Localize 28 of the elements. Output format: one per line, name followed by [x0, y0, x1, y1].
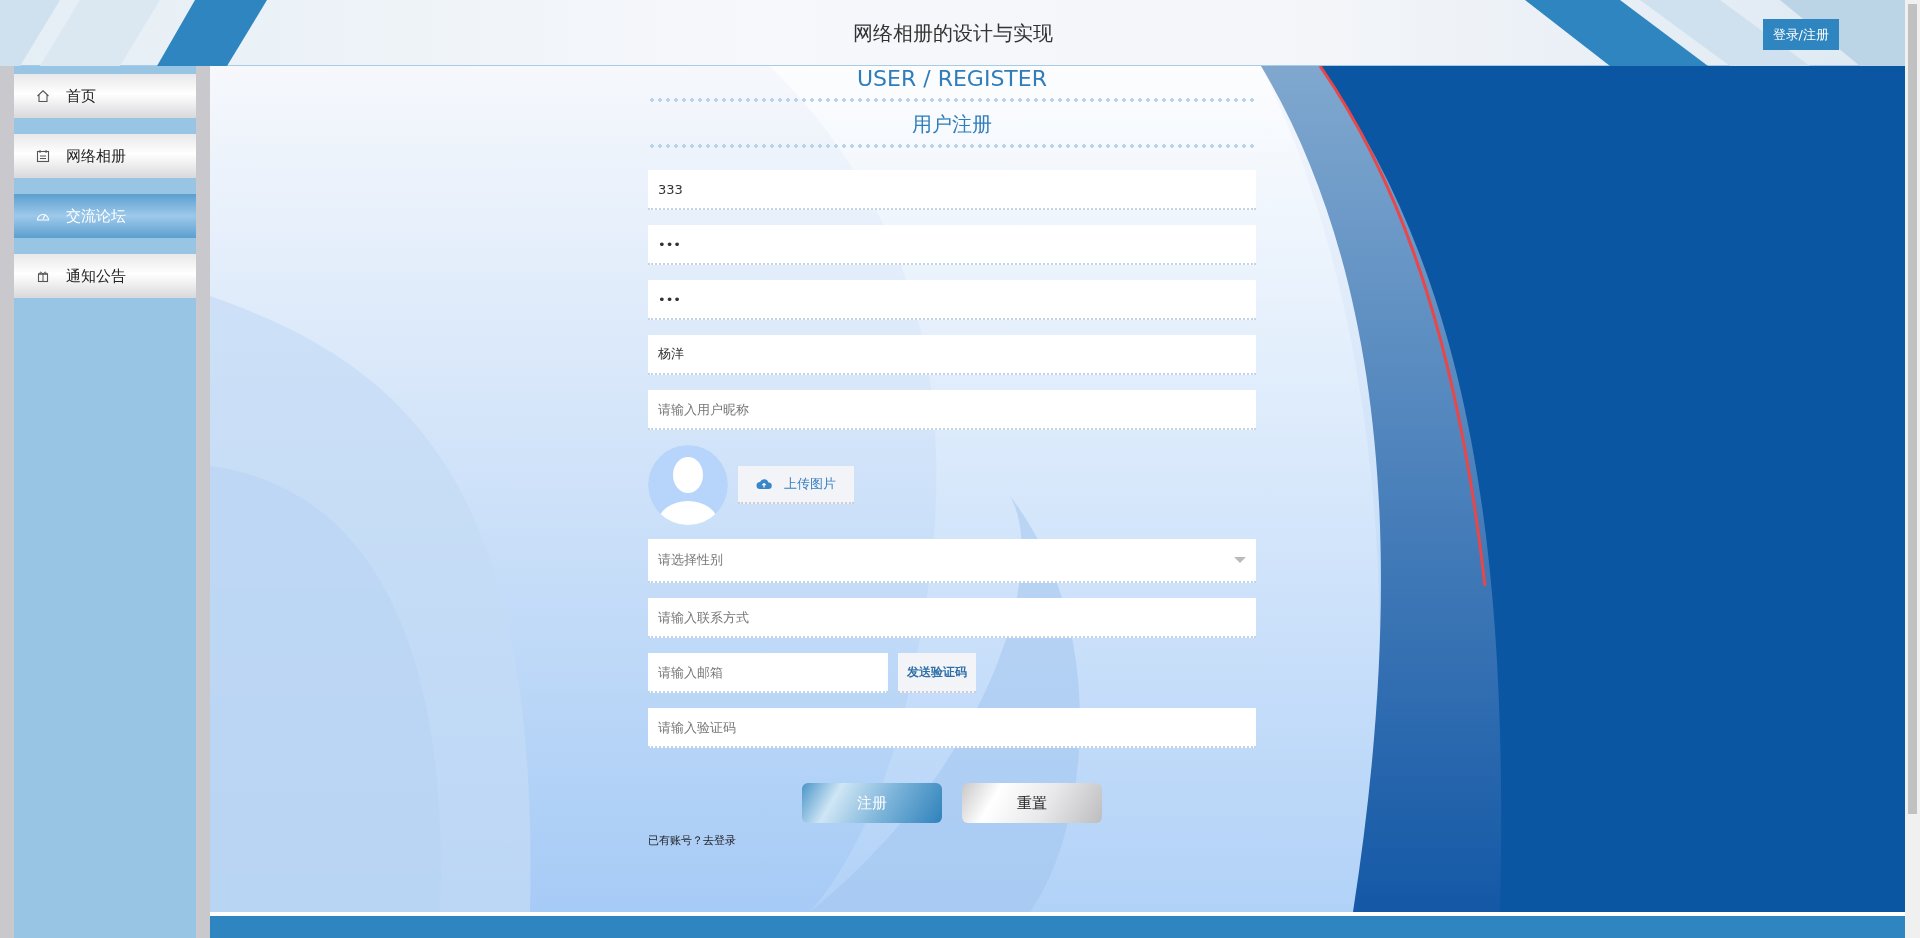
- scrollbar[interactable]: [1905, 0, 1920, 938]
- sidebar-item[interactable]: 首页: [14, 74, 196, 118]
- login-register-button[interactable]: 登录/注册: [1762, 19, 1839, 50]
- input-field[interactable]: 杨洋: [648, 335, 1256, 375]
- sidebar-item[interactable]: 网络相册: [14, 134, 196, 178]
- login-link[interactable]: 去登录: [703, 834, 736, 847]
- form-title: USER / REGISTER: [857, 66, 1047, 92]
- site-title: 网络相册的设计与实现: [852, 19, 1053, 47]
- send-code-button[interactable]: 发送验证码: [898, 653, 976, 693]
- input-field[interactable]: 请输入联系方式: [648, 598, 1256, 638]
- avatar-icon: [648, 445, 728, 525]
- gender-select[interactable]: 请选择性别: [648, 539, 1256, 583]
- input-field[interactable]: •••: [648, 280, 1256, 320]
- home-icon: [36, 89, 50, 103]
- sidebar-item[interactable]: 通知公告: [14, 254, 196, 298]
- input-field[interactable]: 请输入用户昵称: [648, 390, 1256, 430]
- calendar-icon: [36, 149, 50, 163]
- reset-button[interactable]: 重置: [962, 783, 1102, 823]
- input-field[interactable]: 333: [648, 170, 1256, 210]
- input-field[interactable]: •••: [648, 225, 1256, 265]
- form-subtitle: 用户注册: [912, 111, 992, 138]
- caret-icon: [1234, 557, 1246, 563]
- input-field[interactable]: 请输入验证码: [648, 708, 1256, 748]
- gift-icon: [36, 269, 50, 283]
- upload-button[interactable]: 上传图片: [738, 466, 854, 504]
- input-field[interactable]: 请输入邮箱: [648, 653, 888, 693]
- login-prompt: 已有账号？: [648, 834, 703, 847]
- cloud-upload-icon: [756, 478, 772, 490]
